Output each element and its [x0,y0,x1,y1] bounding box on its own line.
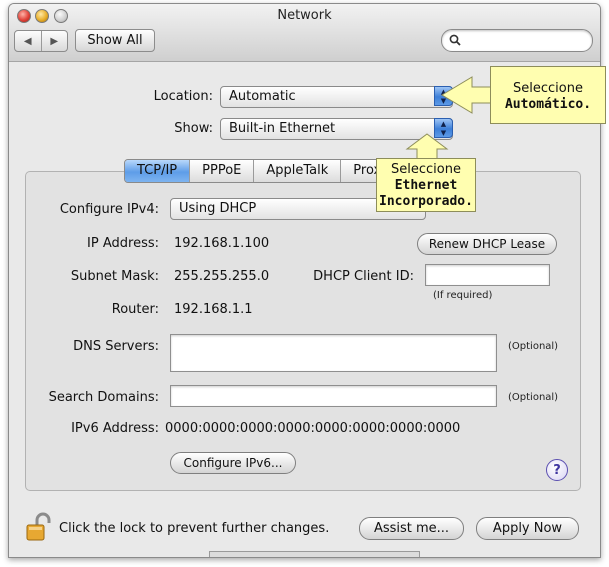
location-label: Location: [153,89,213,104]
router-label: Router: [111,302,159,317]
title-bar: Network ◀ ▶ Show All [9,4,600,62]
location-callout-line2: Automático. [504,97,592,112]
show-value: Built-in Ethernet [229,121,336,136]
forward-arrow-icon[interactable]: ▶ [42,31,68,51]
configure-ipv6-button[interactable]: Configure IPv6... [170,452,296,474]
location-callout-line1: Seleccione [513,81,583,96]
tab-appletalk[interactable]: AppleTalk [254,160,342,182]
tab-bar: TCP/IP PPPoE AppleTalk Proxi [124,159,415,183]
tab-tcpip[interactable]: TCP/IP [125,160,191,182]
renew-dhcp-lease-button[interactable]: Renew DHCP Lease [417,233,557,255]
sheet-edge [209,551,420,557]
show-callout-line3: Incorporado. [379,194,473,209]
ipv6-address-value: 0000:0000:0000:0000:0000:0000:0000:0000 [165,421,461,436]
show-label: Show: [174,121,213,136]
ip-address-value: 192.168.1.100 [174,236,270,251]
search-domains-label: Search Domains: [48,390,159,405]
back-forward-control: ◀ ▶ [14,30,68,52]
router-value: 192.168.1.1 [174,302,253,317]
help-icon[interactable]: ? [546,459,568,481]
location-value: Automatic [229,89,296,104]
show-all-button[interactable]: Show All [75,29,155,52]
search-field[interactable] [441,29,593,52]
dns-servers-field[interactable] [170,334,497,372]
search-domains-field[interactable] [170,385,497,407]
lock-message: Click the lock to prevent further change… [59,521,330,536]
magnifier-icon [449,34,461,49]
show-callout-line2: Ethernet [394,178,458,193]
lock-icon[interactable] [26,512,52,542]
show-callout-line1: Seleccione [391,162,461,177]
tab-pppoe[interactable]: PPPoE [190,160,255,182]
apply-now-button[interactable]: Apply Now [476,517,579,540]
dns-servers-hint: (Optional) [508,341,559,352]
show-callout: Seleccione Ethernet Incorporado. [376,158,476,212]
configure-ipv4-label: Configure IPv4: [59,202,159,217]
subnet-mask-value: 255.255.255.0 [174,269,270,284]
back-arrow-icon[interactable]: ◀ [15,31,42,51]
window-title: Network [277,8,332,23]
ip-address-label: IP Address: [87,236,159,251]
location-callout: Seleccione Automático. [490,66,606,124]
subnet-mask-label: Subnet Mask: [70,269,159,284]
dhcp-client-id-hint: (If required) [433,290,493,301]
assist-me-button[interactable]: Assist me... [359,517,464,540]
dns-servers-label: DNS Servers: [73,339,159,354]
dhcp-client-id-field[interactable] [425,264,550,286]
ipv6-address-label: IPv6 Address: [71,421,159,436]
configure-ipv4-value: Using DHCP [179,201,257,216]
dhcp-client-id-label: DHCP Client ID: [313,269,414,284]
search-domains-hint: (Optional) [508,392,559,403]
location-popup[interactable]: Automatic ▲ ▼ [220,86,453,108]
